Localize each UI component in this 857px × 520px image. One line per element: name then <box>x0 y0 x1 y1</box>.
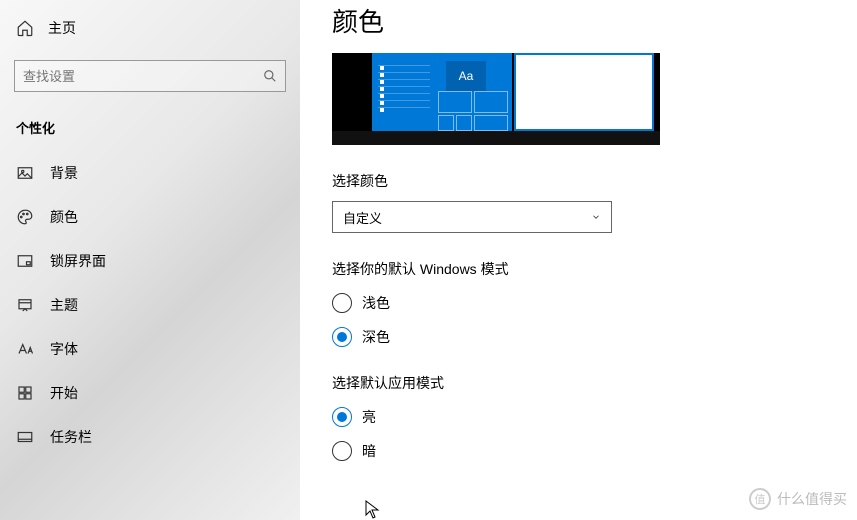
radio-label: 亮 <box>362 407 376 427</box>
sidebar-item-lockscreen[interactable]: 锁屏界面 <box>0 239 300 283</box>
radio-icon <box>332 327 352 347</box>
radio-label: 暗 <box>362 441 376 461</box>
sidebar-item-label: 任务栏 <box>50 427 92 447</box>
windows-mode-label: 选择你的默认 Windows 模式 <box>332 259 825 279</box>
choose-color-label: 选择颜色 <box>332 171 825 191</box>
themes-icon <box>16 296 34 314</box>
radio-icon <box>332 407 352 427</box>
sidebar-item-start[interactable]: 开始 <box>0 371 300 415</box>
app-mode-label: 选择默认应用模式 <box>332 373 825 393</box>
sidebar-item-label: 开始 <box>50 383 78 403</box>
sidebar-item-colors[interactable]: 颜色 <box>0 195 300 239</box>
home-icon <box>16 19 34 37</box>
sidebar-item-taskbar[interactable]: 任务栏 <box>0 415 300 459</box>
preview-sample-text: Aa <box>446 61 486 91</box>
lockscreen-icon <box>16 252 34 270</box>
sidebar-item-label: 字体 <box>50 339 78 359</box>
radio-icon <box>332 441 352 461</box>
picture-icon <box>16 164 34 182</box>
radio-label: 浅色 <box>362 293 390 313</box>
sidebar-item-themes[interactable]: 主题 <box>0 283 300 327</box>
sidebar-item-label: 颜色 <box>50 207 78 227</box>
palette-icon <box>16 208 34 226</box>
color-mode-dropdown[interactable]: 自定义 <box>332 201 612 233</box>
sidebar-item-fonts[interactable]: 字体 <box>0 327 300 371</box>
windows-mode-dark[interactable]: 深色 <box>332 327 825 347</box>
home-label: 主页 <box>48 18 76 38</box>
taskbar-icon <box>16 428 34 446</box>
sidebar-item-label: 主题 <box>50 295 78 315</box>
fonts-icon <box>16 340 34 358</box>
home-link[interactable]: 主页 <box>0 10 300 46</box>
search-input[interactable] <box>23 69 263 84</box>
windows-mode-light[interactable]: 浅色 <box>332 293 825 313</box>
settings-sidebar: 主页 个性化 背景 颜色 锁屏界面 主题 字体 开始 任务栏 <box>0 0 300 520</box>
search-input-container[interactable] <box>14 60 286 92</box>
sidebar-item-background[interactable]: 背景 <box>0 151 300 195</box>
radio-label: 深色 <box>362 327 390 347</box>
app-mode-light[interactable]: 亮 <box>332 407 825 427</box>
app-mode-dark[interactable]: 暗 <box>332 441 825 461</box>
search-icon <box>263 69 277 83</box>
dropdown-value: 自定义 <box>343 208 382 227</box>
sidebar-item-label: 锁屏界面 <box>50 251 106 271</box>
category-title: 个性化 <box>0 110 300 151</box>
page-title: 颜色 <box>332 2 825 39</box>
start-icon <box>16 384 34 402</box>
radio-icon <box>332 293 352 313</box>
chevron-down-icon <box>591 212 601 222</box>
main-content: 颜色 Aa 选择颜色 自定义 选择你的默认 Windows 模式 浅色 深色 选… <box>300 0 857 520</box>
sidebar-item-label: 背景 <box>50 163 78 183</box>
color-preview: Aa <box>332 53 660 145</box>
